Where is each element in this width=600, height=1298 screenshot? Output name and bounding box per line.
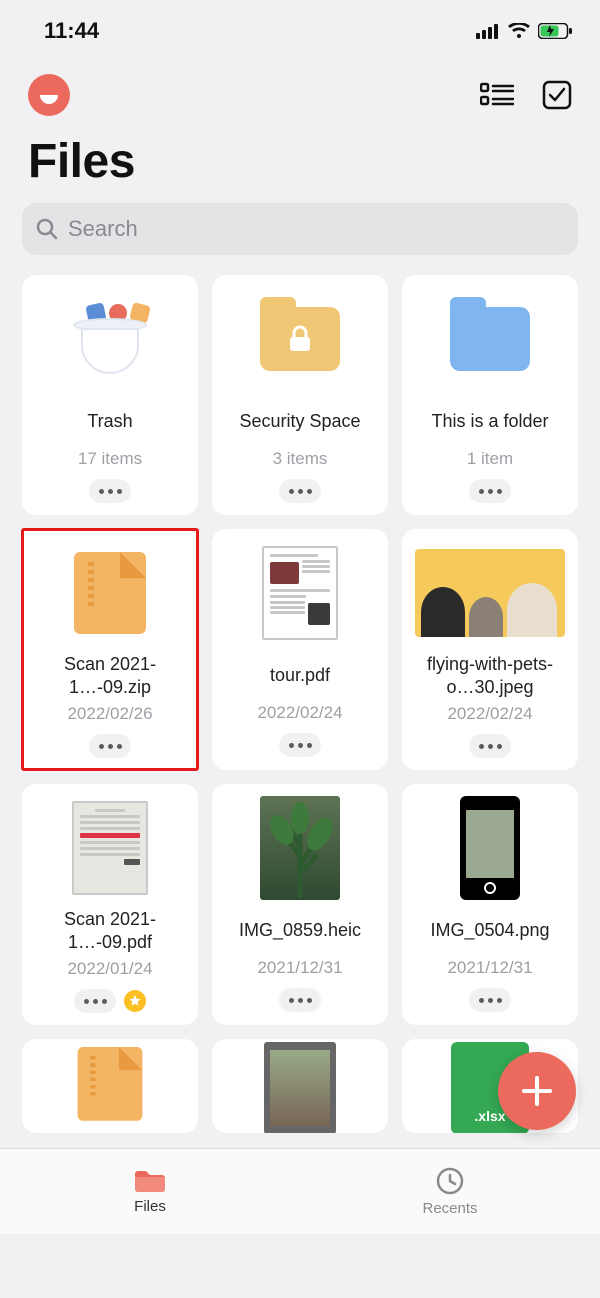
status-time: 11:44 <box>44 18 99 44</box>
tile-name: Security Space <box>233 399 366 443</box>
list-view-icon[interactable] <box>480 82 514 108</box>
more-icon[interactable] <box>279 479 321 503</box>
tab-label: Recents <box>422 1200 477 1217</box>
battery-charging-icon <box>538 23 572 39</box>
status-bar: 11:44 <box>0 0 600 50</box>
tile-img-0504[interactable]: IMG_0504.png 2021/12/31 <box>402 784 578 1025</box>
plus-icon <box>518 1072 556 1110</box>
folder-icon <box>133 1168 167 1194</box>
wifi-icon <box>508 23 530 39</box>
tile-partial[interactable] <box>212 1039 388 1133</box>
tile-img-0859[interactable]: IMG_0859.heic 2021/12/31 <box>212 784 388 1025</box>
cellular-icon <box>476 23 500 39</box>
ext-label: .xlsx <box>474 1108 505 1124</box>
tile-tour-pdf[interactable]: tour.pdf 2022/02/24 <box>212 529 388 770</box>
tile-name: This is a folder <box>425 399 554 443</box>
search-input[interactable]: Search <box>22 203 578 255</box>
tile-folder[interactable]: This is a folder 1 item <box>402 275 578 515</box>
tile-meta: 2022/02/26 <box>67 704 152 724</box>
header <box>0 50 600 126</box>
tile-name: Scan 2021-1…-09.pdf <box>28 908 192 953</box>
tile-meta: 3 items <box>273 449 328 469</box>
tile-name: IMG_0504.png <box>424 908 555 952</box>
tab-recents[interactable]: Recents <box>300 1149 600 1234</box>
folder-icon <box>450 307 530 371</box>
image-thumbnail <box>260 796 340 900</box>
search-placeholder: Search <box>68 216 138 242</box>
page-title: Files <box>0 126 600 203</box>
more-icon[interactable] <box>279 988 321 1012</box>
trash-icon <box>73 304 147 374</box>
more-icon[interactable] <box>469 988 511 1012</box>
tile-partial[interactable] <box>22 1039 198 1133</box>
more-icon[interactable] <box>469 479 511 503</box>
star-badge-icon <box>124 990 146 1012</box>
pdf-scan-thumbnail <box>72 801 148 895</box>
app-logo[interactable] <box>28 74 70 116</box>
pdf-thumbnail <box>262 546 338 640</box>
tile-meta: 2022/02/24 <box>447 704 532 724</box>
tile-zip-scan[interactable]: Scan 2021-1…-09.zip 2022/02/26 <box>22 529 198 770</box>
more-icon[interactable] <box>279 733 321 757</box>
tile-name: tour.pdf <box>264 653 336 697</box>
folder-lock-icon <box>260 307 340 371</box>
search-icon <box>36 218 58 240</box>
tile-meta: 2021/12/31 <box>447 958 532 978</box>
image-thumbnail <box>460 796 520 900</box>
tile-trash[interactable]: Trash 17 items <box>22 275 198 515</box>
select-icon[interactable] <box>542 80 572 110</box>
tile-name: flying-with-pets-o…30.jpeg <box>408 653 572 698</box>
tab-bar: Files Recents <box>0 1148 600 1234</box>
tile-name: IMG_0859.heic <box>233 908 367 952</box>
more-icon[interactable] <box>89 479 131 503</box>
tile-meta: 2021/12/31 <box>257 958 342 978</box>
zip-file-icon <box>74 552 146 634</box>
tile-name: Scan 2021-1…-09.zip <box>28 653 192 698</box>
clock-icon <box>435 1166 465 1196</box>
tile-meta: 17 items <box>78 449 142 469</box>
zip-file-icon <box>78 1047 143 1121</box>
tile-meta: 2022/01/24 <box>67 959 152 979</box>
device-margin <box>0 1234 600 1298</box>
status-icons <box>476 23 572 39</box>
more-icon[interactable] <box>74 989 116 1013</box>
tile-name: Trash <box>81 399 138 443</box>
tile-meta: 2022/02/24 <box>257 703 342 723</box>
image-thumbnail <box>415 549 565 637</box>
video-thumbnail <box>264 1042 336 1133</box>
more-icon[interactable] <box>89 734 131 758</box>
tile-flying-pets[interactable]: flying-with-pets-o…30.jpeg 2022/02/24 <box>402 529 578 770</box>
tab-files[interactable]: Files <box>0 1149 300 1234</box>
more-icon[interactable] <box>469 734 511 758</box>
tile-meta: 1 item <box>467 449 513 469</box>
tab-label: Files <box>134 1198 166 1215</box>
tile-security-space[interactable]: Security Space 3 items <box>212 275 388 515</box>
tile-scan-pdf[interactable]: Scan 2021-1…-09.pdf 2022/01/24 <box>22 784 198 1025</box>
add-button[interactable] <box>498 1052 576 1130</box>
